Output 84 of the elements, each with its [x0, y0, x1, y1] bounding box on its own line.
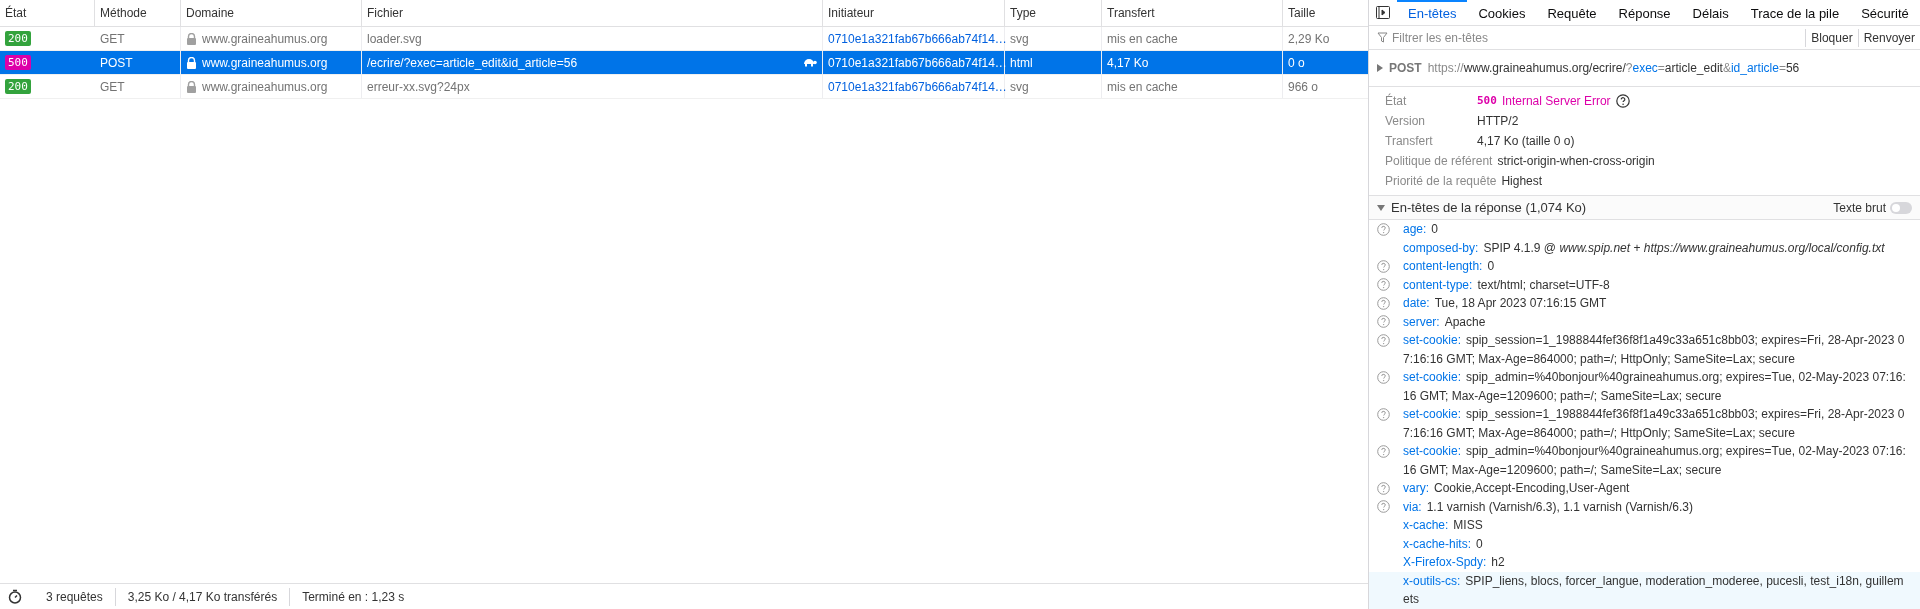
- summary-value: 4,17 Ko (taille 0 o): [1477, 133, 1575, 150]
- toolbar-button[interactable]: Renvoyer: [1857, 28, 1920, 47]
- column-header[interactable]: Taille: [1283, 0, 1368, 26]
- status-bar-text: Terminé en : 1,23 s: [289, 587, 417, 606]
- size-text: 966 o: [1288, 78, 1319, 96]
- expand-arrow-icon[interactable]: [1377, 64, 1383, 72]
- summary-value: strict-origin-when-cross-origin: [1497, 153, 1655, 170]
- transfer-text: 4,17 Ko: [1107, 54, 1149, 72]
- summary-label: État: [1385, 92, 1408, 110]
- header-entry: via: 1.1 varnish (Varnish/6.3), 1.1 varnish (Varnish/6.3): [1403, 498, 1694, 516]
- tab[interactable]: Cookies: [1467, 0, 1537, 25]
- column-header[interactable]: Initiateur: [823, 0, 1005, 26]
- section-header[interactable]: En-têtes de la réponse (1,074 Ko): [1377, 197, 1587, 218]
- toggle-switch[interactable]: [1890, 201, 1912, 214]
- tab[interactable]: En-têtes: [1397, 0, 1468, 25]
- header-entry: X-Firefox-Spdy: h2: [1403, 554, 1505, 571]
- initiator-link[interactable]: 0710e1a321fab67b666ab74f14…: [828, 77, 1007, 96]
- transfer-text: mis en cache: [1107, 78, 1178, 96]
- tab[interactable]: Délais: [1681, 0, 1740, 25]
- summary-label: Priorité de la requête: [1385, 173, 1497, 190]
- toggle-label: Texte brut: [1833, 199, 1886, 217]
- request-method: POST: [1389, 60, 1422, 77]
- size-text: 0 o: [1288, 54, 1305, 72]
- header-entry: vary: Cookie,Accept-Encoding,User-Agent: [1403, 480, 1630, 497]
- tab[interactable]: Réponse: [1607, 0, 1682, 25]
- status-bar-text: 3,25 Ko / 4,17 Ko transférés: [114, 587, 290, 606]
- tab[interactable]: Trace de la pile: [1739, 0, 1851, 25]
- header-entry: x-cache-hits: 0: [1403, 535, 1483, 553]
- summary-label: Transfert: [1385, 133, 1434, 150]
- lock-icon: [186, 56, 197, 69]
- request-row[interactable]: 200 GET www.graineahumus.org erreur-xx.svg?24px 0710e1a321fab67b666ab74f14… svg mis en cache 966 o: [0, 75, 1368, 99]
- header-entry: server: Apache: [1403, 313, 1486, 331]
- header-entry: content-length: 0: [1403, 258, 1495, 275]
- status-bar-text: 3 requêtes: [45, 588, 104, 606]
- domain-text: www.graineahumus.org: [202, 30, 328, 48]
- column-header[interactable]: Type: [1005, 0, 1102, 26]
- column-header[interactable]: Domaine: [181, 0, 362, 26]
- filter-icon: [1377, 32, 1388, 43]
- turtle-icon: [803, 58, 817, 67]
- header-entry: x-outils-cs: SPIP_liens, blocs, forcer_langue, moderation_moderee, pucesli, test_i18n, guillemets: [1403, 572, 1905, 608]
- column-header[interactable]: Fichier: [362, 0, 823, 26]
- header-entry: content-type: text/html; charset=UTF-8: [1403, 276, 1610, 294]
- filter-field[interactable]: Filtrer les en-têtes: [1392, 28, 1798, 47]
- summary-label: Version: [1385, 113, 1427, 130]
- header-entry: x-cache: MISS: [1403, 517, 1483, 534]
- tab[interactable]: Sécurité: [1850, 0, 1920, 25]
- file-text: loader.svg: [367, 30, 422, 48]
- status-code-badge: 500: [5, 55, 31, 70]
- column-header[interactable]: État: [0, 0, 95, 26]
- request-url: https://www.graineahumus.org/ecrire/?exec=article_edit&id_article=56: [1427, 60, 1800, 77]
- column-header[interactable]: Méthode: [95, 0, 181, 26]
- domain-text: www.graineahumus.org: [202, 54, 328, 72]
- domain-text: www.graineahumus.org: [202, 78, 328, 96]
- file-text: erreur-xx.svg?24px: [367, 78, 470, 96]
- initiator-link[interactable]: 0710e1a321fab67b666ab74f14…: [828, 29, 1007, 48]
- tab[interactable]: Requête: [1536, 0, 1608, 25]
- header-entry: set-cookie: spip_admin=%40bonjour%40graineahumus.org; expires=Tue, 02-May-2023 07:16:16 GMT; Max-Age=1209600; path=/; SameSite=Lax; secure: [1403, 443, 1906, 479]
- summary-value: HTTP/2: [1477, 113, 1519, 130]
- method-text: GET: [100, 30, 125, 48]
- toolbar-button[interactable]: Bloquer: [1805, 28, 1858, 47]
- expand-arrow-icon: [1377, 204, 1385, 211]
- method-text: GET: [100, 78, 125, 96]
- status-code-badge: 200: [5, 79, 31, 94]
- status-text: Internal Server Error: [1501, 93, 1611, 110]
- type-text: svg: [1010, 30, 1029, 48]
- status-code: 500: [1477, 92, 1497, 109]
- status-code-badge: 200: [5, 31, 31, 46]
- lock-icon: [186, 80, 197, 93]
- header-entry: age: 0: [1403, 221, 1439, 238]
- header-entry: composed-by: SPIP 4.1.9 @ www.spip.net + https://www.graineahumus.org/local/config.txt: [1403, 239, 1885, 257]
- method-text: POST: [100, 54, 133, 72]
- type-text: svg: [1010, 78, 1029, 96]
- file-text: /ecrire/?exec=article_edit&id_article=56: [367, 54, 578, 72]
- transfer-text: mis en cache: [1107, 30, 1178, 48]
- request-row[interactable]: 200 GET www.graineahumus.org loader.svg 0710e1a321fab67b666ab74f14… svg mis en cache 2,29 Ko: [0, 27, 1368, 51]
- size-text: 2,29 Ko: [1288, 30, 1330, 48]
- summary-value: Highest: [1501, 173, 1543, 190]
- lock-icon: [186, 32, 197, 45]
- stopwatch-icon: [8, 589, 22, 604]
- type-text: html: [1010, 54, 1033, 72]
- help-icon[interactable]: [1615, 94, 1630, 108]
- header-entry: date: Tue, 18 Apr 2023 07:16:15 GMT: [1403, 295, 1607, 312]
- summary-label: Politique de référent: [1385, 153, 1493, 170]
- column-header[interactable]: Transfert: [1102, 0, 1283, 26]
